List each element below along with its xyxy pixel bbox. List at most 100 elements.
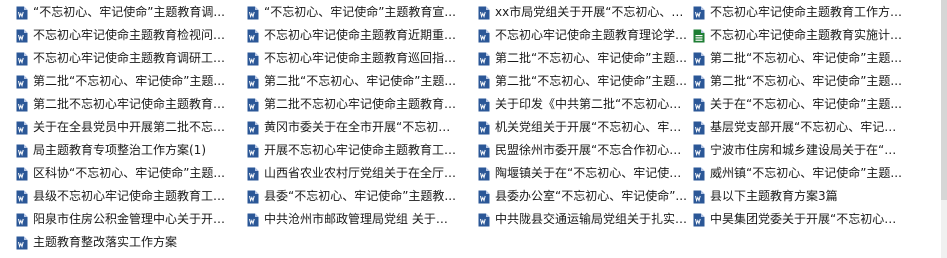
- word-doc-icon: [16, 52, 28, 66]
- file-name: 关于在全县党员中开展第二批不忘初...: [33, 120, 228, 134]
- word-doc-icon: [247, 29, 259, 43]
- file-item[interactable]: 不忘初心牢记使命主题教育实施计划...: [693, 24, 923, 47]
- word-doc-icon: [247, 167, 259, 181]
- file-name: 开展不忘初心牢记使命主题教育工作...: [264, 143, 459, 157]
- file-name: 不忘初心牢记使命主题教育工作方案...: [710, 5, 905, 19]
- file-item[interactable]: 中昊集团党委关于开展“不忘初心、...: [693, 208, 923, 231]
- file-item[interactable]: 主题教育整改落实工作方案: [16, 231, 247, 254]
- file-item[interactable]: 威州镇“不忘初心、牢记使命”主题...: [693, 162, 923, 185]
- word-doc-icon: [478, 98, 490, 112]
- file-name: 不忘初心牢记使命主题教育调研工作...: [33, 51, 228, 65]
- file-item[interactable]: 第二批“不忘初心、牢记使命”主题...: [247, 70, 478, 93]
- file-item[interactable]: 基层党支部开展“不忘初心、牢记使...: [693, 116, 923, 139]
- word-doc-icon: [478, 75, 490, 89]
- file-name: 第二批“不忘初心、牢记使命”主题...: [264, 74, 456, 88]
- file-item[interactable]: 关于印发《中共第二批“不忘初心、...: [478, 93, 693, 116]
- file-item[interactable]: 黄冈市委关于在全市开展“不忘初心...: [247, 116, 478, 139]
- file-name: 不忘初心牢记使命主题教育巡回指导...: [264, 51, 459, 65]
- file-name: 威州镇“不忘初心、牢记使命”主题...: [710, 166, 902, 180]
- word-doc-icon: [478, 6, 490, 20]
- word-doc-icon: [693, 190, 705, 204]
- file-name: 第二批“不忘初心、牢记使命”主题...: [33, 74, 225, 88]
- file-name: 宁波市住房和城乡建设局关于在“不...: [710, 143, 905, 157]
- file-item[interactable]: 不忘初心牢记使命主题教育调研工作...: [16, 47, 247, 70]
- file-item[interactable]: 不忘初心牢记使命主题教育巡回指导...: [247, 47, 478, 70]
- file-name: 陶堰镇关于在“不忘初心、牢记使命...: [495, 166, 690, 180]
- file-name: 中昊集团党委关于开展“不忘初心、...: [710, 212, 905, 226]
- word-doc-icon: [247, 190, 259, 204]
- file-item[interactable]: 第二批不忘初心牢记使命主题教育巡...: [247, 93, 478, 116]
- word-doc-icon: [478, 121, 490, 135]
- file-item[interactable]: 民盟徐州市委开展“不忘合作初心，...: [478, 139, 693, 162]
- file-name: 不忘初心牢记使命主题教育检视问题...: [33, 28, 228, 42]
- file-name: 山西省农业农村厅党组关于在全厅开...: [264, 166, 459, 180]
- file-item[interactable]: “不忘初心、牢记使命”主题教育调...: [16, 1, 247, 24]
- word-doc-icon: [478, 213, 490, 227]
- word-doc-icon: [247, 121, 259, 135]
- word-doc-icon: [693, 98, 705, 112]
- file-name: 区科协“不忘初心、牢记使命”主题...: [33, 166, 225, 180]
- file-item[interactable]: 第二批“不忘初心、牢记使命”主题...: [16, 70, 247, 93]
- file-name: 第二批“不忘初心、牢记使命”主题...: [495, 74, 687, 88]
- file-item[interactable]: 第二批“不忘初心、牢记使命”主题...: [693, 47, 923, 70]
- file-item[interactable]: 县委“不忘初心、牢记使命”主题教...: [247, 185, 478, 208]
- file-name: 中共沧州市邮政管理局党组 关于深...: [264, 212, 459, 226]
- file-name: 第二批“不忘初心、牢记使命”主题...: [710, 74, 902, 88]
- file-item[interactable]: “不忘初心、牢记使命”主题教育宣...: [247, 1, 478, 24]
- word-doc-icon: [16, 167, 28, 181]
- file-item[interactable]: 县以下主题教育方案3篇: [693, 185, 923, 208]
- word-doc-icon: [16, 236, 28, 250]
- file-name: 主题教育整改落实工作方案: [33, 235, 178, 249]
- word-doc-icon: [693, 144, 705, 158]
- word-doc-icon: [693, 52, 705, 66]
- file-name: 黄冈市委关于在全市开展“不忘初心...: [264, 120, 459, 134]
- file-name: 县委“不忘初心、牢记使命”主题教...: [264, 189, 456, 203]
- file-item[interactable]: 中共陇县交通运输局党组关于扎实开...: [478, 208, 693, 231]
- file-item[interactable]: 不忘初心牢记使命主题教育检视问题...: [16, 24, 247, 47]
- file-name: 第二批不忘初心牢记使命主题教育调...: [33, 97, 228, 111]
- word-doc-icon: [478, 144, 490, 158]
- word-doc-icon: [247, 144, 259, 158]
- file-item[interactable]: xx市局党组关于开展“不忘初心、牢...: [478, 1, 693, 24]
- file-item[interactable]: 第二批不忘初心牢记使命主题教育调...: [16, 93, 247, 116]
- file-name: 阳泉市住房公积金管理中心关于开展...: [33, 212, 228, 226]
- file-item[interactable]: 山西省农业农村厅党组关于在全厅开...: [247, 162, 478, 185]
- file-item[interactable]: 关于在“不忘初心、牢记使命”主题...: [693, 93, 923, 116]
- file-item[interactable]: 机关党组关于开展“不忘初心、牢记...: [478, 116, 693, 139]
- file-item[interactable]: 不忘初心牢记使命主题教育理论学习...: [478, 24, 693, 47]
- word-doc-icon: [16, 190, 28, 204]
- file-item[interactable]: 开展不忘初心牢记使命主题教育工作...: [247, 139, 478, 162]
- file-item[interactable]: 第二批“不忘初心、牢记使命”主题...: [478, 47, 693, 70]
- file-item[interactable]: 陶堰镇关于在“不忘初心、牢记使命...: [478, 162, 693, 185]
- word-doc-icon: [478, 52, 490, 66]
- file-name: 第二批“不忘初心、牢记使命”主题...: [710, 51, 902, 65]
- vertical-scrollbar[interactable]: [941, 0, 947, 258]
- file-item[interactable]: 不忘初心牢记使命主题教育工作方案...: [693, 1, 923, 24]
- spreadsheet-icon: [693, 29, 705, 43]
- word-doc-icon: [16, 6, 28, 20]
- scrollbar-thumb[interactable]: [941, 0, 947, 200]
- file-name: 关于在“不忘初心、牢记使命”主题...: [710, 97, 902, 111]
- file-item[interactable]: 阳泉市住房公积金管理中心关于开展...: [16, 208, 247, 231]
- file-item[interactable]: 宁波市住房和城乡建设局关于在“不...: [693, 139, 923, 162]
- file-name: 县级不忘初心牢记使命主题教育工作...: [33, 189, 228, 203]
- file-name: 中共陇县交通运输局党组关于扎实开...: [495, 212, 690, 226]
- file-item[interactable]: 县级不忘初心牢记使命主题教育工作...: [16, 185, 247, 208]
- file-name: “不忘初心、牢记使命”主题教育宣...: [264, 5, 456, 19]
- word-doc-icon: [693, 6, 705, 20]
- word-doc-icon: [693, 213, 705, 227]
- file-item[interactable]: 第二批“不忘初心、牢记使命”主题...: [693, 70, 923, 93]
- file-item[interactable]: 第二批“不忘初心、牢记使命”主题...: [478, 70, 693, 93]
- file-item[interactable]: 区科协“不忘初心、牢记使命”主题...: [16, 162, 247, 185]
- file-item[interactable]: 县委办公室“不忘初心、牢记使命”...: [478, 185, 693, 208]
- file-name: “不忘初心、牢记使命”主题教育调...: [33, 5, 225, 19]
- file-item[interactable]: 中共沧州市邮政管理局党组 关于深...: [247, 208, 478, 231]
- file-item[interactable]: 不忘初心牢记使命主题教育近期重点...: [247, 24, 478, 47]
- file-item[interactable]: 局主题教育专项整治工作方案(1): [16, 139, 247, 162]
- word-doc-icon: [247, 6, 259, 20]
- word-doc-icon: [247, 213, 259, 227]
- word-doc-icon: [247, 98, 259, 112]
- file-name: 民盟徐州市委开展“不忘合作初心，...: [495, 143, 690, 157]
- word-doc-icon: [16, 121, 28, 135]
- file-item[interactable]: 关于在全县党员中开展第二批不忘初...: [16, 116, 247, 139]
